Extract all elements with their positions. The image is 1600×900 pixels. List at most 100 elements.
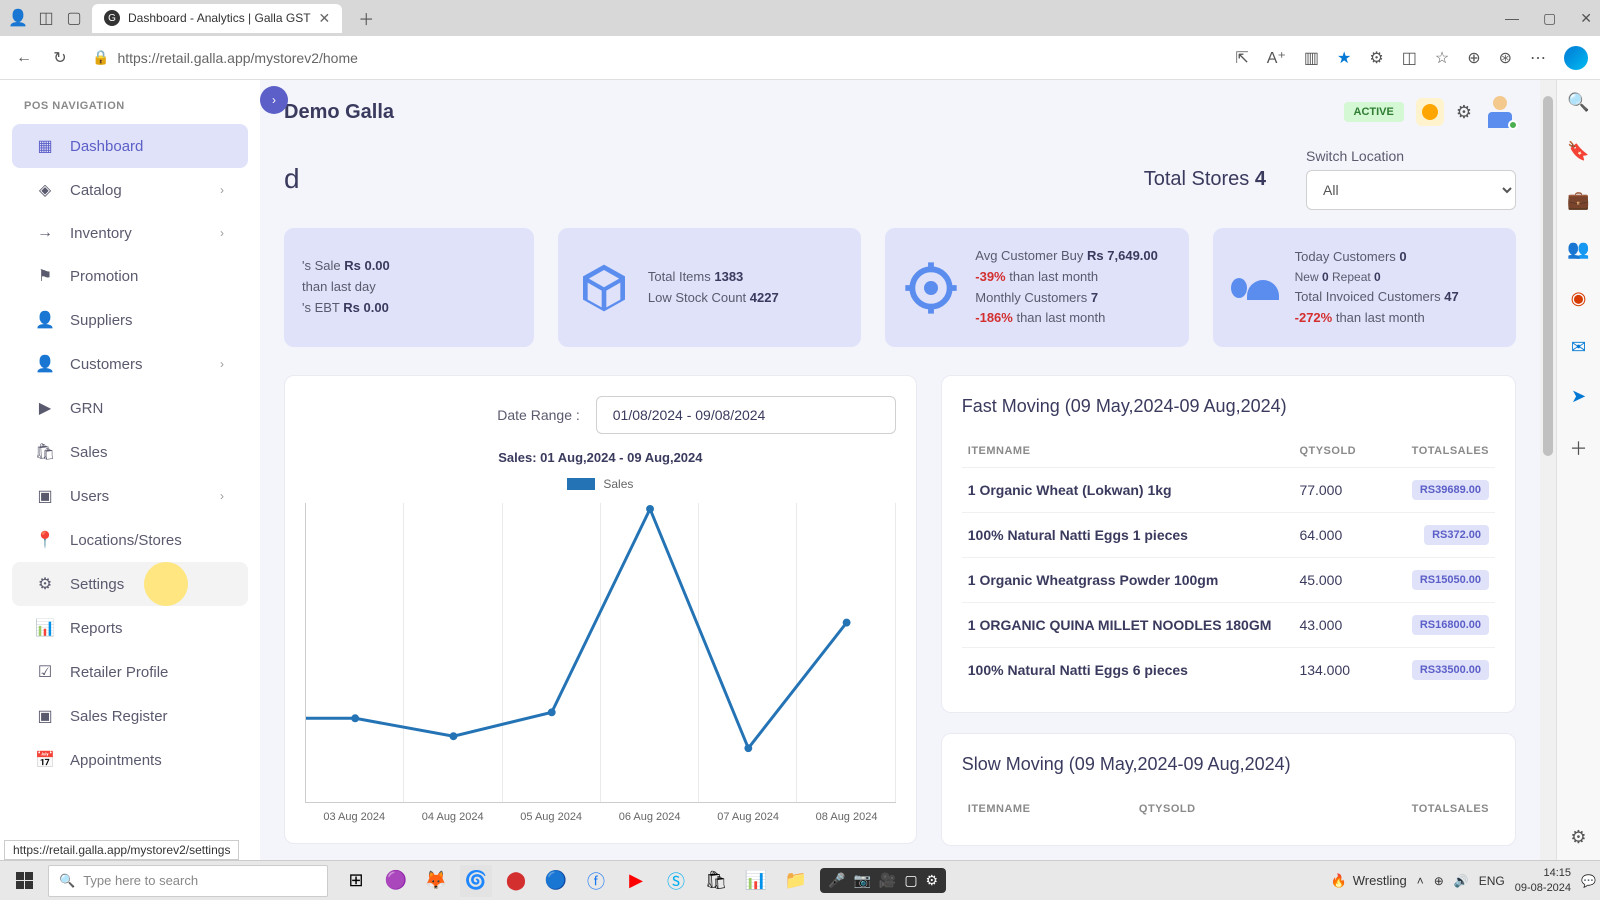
- briefcase-icon[interactable]: 💼: [1567, 190, 1589, 211]
- edge-settings-icon[interactable]: ⚙: [1570, 827, 1586, 848]
- sidebar-item-sales-register[interactable]: ▣Sales Register: [12, 694, 248, 738]
- sidebar-item-appointments[interactable]: 📅Appointments: [12, 738, 248, 782]
- office-icon[interactable]: ◉: [1571, 288, 1587, 309]
- status-badge: ACTIVE: [1344, 102, 1404, 122]
- firefox-icon[interactable]: 🦊: [420, 865, 452, 897]
- switch-location-select[interactable]: All: [1306, 170, 1516, 210]
- skype-icon[interactable]: Ⓢ: [660, 865, 692, 897]
- favorites-icon[interactable]: ☆: [1435, 48, 1449, 68]
- extensions-icon[interactable]: ⚙: [1369, 48, 1383, 68]
- tray-chevron-icon[interactable]: ˄: [1417, 874, 1424, 888]
- slow-moving-panel: Slow Moving (09 May,2024-09 Aug,2024) IT…: [941, 733, 1516, 846]
- people-icon[interactable]: 👥: [1567, 239, 1589, 260]
- start-button[interactable]: [4, 865, 44, 897]
- store-icon[interactable]: 🛍: [700, 865, 732, 897]
- tray-lang[interactable]: ENG: [1479, 874, 1505, 888]
- col-itemname: ITEMNAME: [962, 793, 1133, 825]
- refresh-button[interactable]: ↻: [48, 46, 72, 70]
- fast-moving-panel: Fast Moving (09 May,2024-09 Aug,2024) IT…: [941, 375, 1516, 713]
- sidebar-item-locations[interactable]: 📍Locations/Stores: [12, 518, 248, 562]
- sidebar-item-dashboard[interactable]: ▦Dashboard: [12, 124, 248, 168]
- sidebar-item-inventory[interactable]: →Inventory›: [12, 212, 248, 254]
- date-range-label: Date Range :: [497, 407, 580, 423]
- sidebar-item-reports[interactable]: 📊Reports: [12, 606, 248, 650]
- sidebar-item-label: Appointments: [70, 752, 162, 769]
- recording-widget[interactable]: 🎤📷🎥▢⚙: [820, 868, 946, 893]
- tab-actions-icon[interactable]: ▢: [64, 8, 84, 28]
- notifications-icon[interactable]: 💬: [1581, 874, 1596, 888]
- vertical-scrollbar[interactable]: [1540, 80, 1556, 860]
- sidebar-item-catalog[interactable]: ◈Catalog›: [12, 168, 248, 212]
- sidebar: POS NAVIGATION ▦Dashboard ◈Catalog› →Inv…: [0, 80, 260, 860]
- tray-network-icon[interactable]: ⊕: [1434, 874, 1444, 888]
- close-window-icon[interactable]: ✕: [1580, 10, 1592, 27]
- sidebar-item-grn[interactable]: ▶GRN: [12, 386, 248, 430]
- collections-icon[interactable]: ⊕: [1467, 48, 1480, 68]
- sidebar-item-label: Sales Register: [70, 708, 168, 725]
- copilot-taskbar-icon[interactable]: 🟣: [380, 865, 412, 897]
- chart-plot-area: [305, 503, 896, 803]
- taskbar-clock[interactable]: 14:1509-08-2024: [1515, 866, 1571, 895]
- maximize-icon[interactable]: ▢: [1543, 10, 1556, 27]
- sidebar-item-users[interactable]: ▣Users›: [12, 474, 248, 518]
- chrome-icon[interactable]: 🔵: [540, 865, 572, 897]
- copilot-icon[interactable]: [1564, 46, 1588, 70]
- sidebar-collapse-button[interactable]: ›: [260, 86, 288, 114]
- user-avatar[interactable]: [1484, 96, 1516, 128]
- sidebar-item-label: Customers: [70, 356, 143, 373]
- edge-icon[interactable]: 🌀: [460, 865, 492, 897]
- split-icon[interactable]: ◫: [1402, 48, 1417, 68]
- sidebar-item-customers[interactable]: 👤Customers›: [12, 342, 248, 386]
- search-tool-icon[interactable]: 🔍: [1567, 92, 1589, 113]
- close-tab-icon[interactable]: ✕: [319, 10, 331, 27]
- scroll-thumb[interactable]: [1543, 96, 1553, 456]
- back-button[interactable]: ←: [12, 46, 36, 70]
- task-view-icon[interactable]: ⊞: [340, 865, 372, 897]
- sidebar-item-retailer-profile[interactable]: ☑Retailer Profile: [12, 650, 248, 694]
- tray-volume-icon[interactable]: 🔊: [1454, 874, 1469, 888]
- col-totalsales: TOTALSALES: [1381, 435, 1495, 468]
- fast-moving-title: Fast Moving (09 May,2024-09 Aug,2024): [962, 396, 1495, 417]
- lock-icon: 🔒: [92, 49, 109, 66]
- sidebar-item-label: Promotion: [70, 268, 138, 285]
- open-external-icon[interactable]: ⇱: [1235, 48, 1248, 68]
- favorite-star-icon[interactable]: ★: [1337, 48, 1351, 68]
- record-icon[interactable]: ⬤: [500, 865, 532, 897]
- minimize-icon[interactable]: —: [1505, 10, 1519, 27]
- youtube-icon[interactable]: ▶: [620, 865, 652, 897]
- sidebar-item-label: GRN: [70, 400, 103, 417]
- sidebar-item-promotion[interactable]: ⚑Promotion: [12, 254, 248, 298]
- suppliers-icon: 👤: [36, 310, 54, 330]
- header-gear-icon[interactable]: ⚙: [1456, 102, 1472, 123]
- menu-icon[interactable]: ⋯: [1530, 48, 1546, 68]
- new-tab-button[interactable]: ＋: [358, 6, 374, 30]
- send-icon[interactable]: ➤: [1571, 386, 1586, 407]
- taskbar-search[interactable]: 🔍Type here to search: [48, 865, 328, 897]
- chart-title: Sales: 01 Aug,2024 - 09 Aug,2024: [305, 450, 896, 465]
- sidebar-item-label: Dashboard: [70, 138, 143, 155]
- date-range-input[interactable]: [596, 396, 896, 434]
- tag-icon[interactable]: 🔖: [1567, 141, 1589, 162]
- browser-tab[interactable]: G Dashboard - Analytics | Galla GST ✕: [92, 4, 342, 33]
- explorer-icon[interactable]: 📁: [780, 865, 812, 897]
- sidebar-item-settings[interactable]: ⚙Settings: [12, 562, 248, 606]
- profile-icon[interactable]: 👤: [8, 8, 28, 28]
- coin-badge[interactable]: [1416, 98, 1444, 126]
- page-title-partial: d: [284, 163, 300, 195]
- catalog-icon: ◈: [36, 180, 54, 200]
- outlook-icon[interactable]: ✉: [1571, 337, 1586, 358]
- workspaces-icon[interactable]: ◫: [36, 8, 56, 28]
- gear-icon: ⚙: [36, 574, 54, 594]
- reader-icon[interactable]: ▥: [1304, 48, 1319, 68]
- sidebar-item-label: Reports: [70, 620, 123, 637]
- sidebar-item-sales[interactable]: 🛍Sales: [12, 430, 248, 474]
- facebook-icon[interactable]: ⓕ: [580, 865, 612, 897]
- read-aloud-icon[interactable]: A⁺: [1267, 48, 1286, 68]
- sidebar-item-label: Catalog: [70, 182, 122, 199]
- app-icon[interactable]: 📊: [740, 865, 772, 897]
- sidebar-item-suppliers[interactable]: 👤Suppliers: [12, 298, 248, 342]
- plus-icon[interactable]: ＋: [1570, 435, 1588, 461]
- weather-widget[interactable]: 🔥Wrestling: [1331, 873, 1407, 889]
- shopping-icon[interactable]: ⊛: [1499, 48, 1512, 68]
- url-box[interactable]: 🔒 https://retail.galla.app/mystorev2/hom…: [92, 49, 1223, 66]
